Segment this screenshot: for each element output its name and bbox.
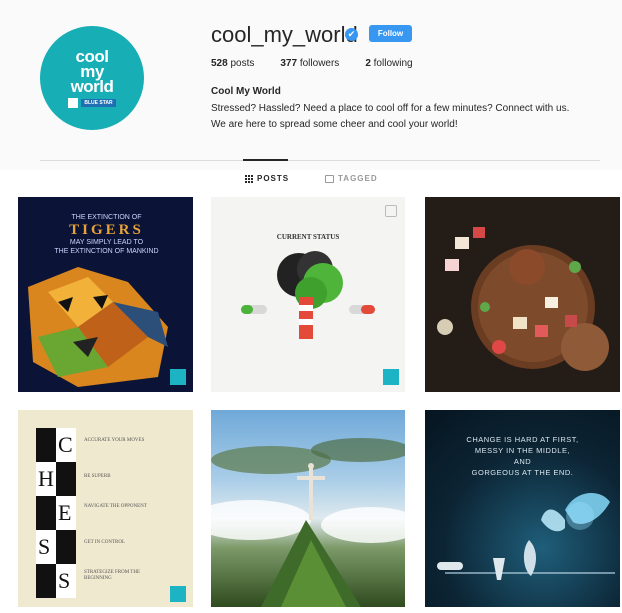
tiger-illustration [28, 267, 168, 387]
chess-line: STRATEGIZE FROM THE BEGINNING [84, 570, 141, 581]
tag-icon [325, 174, 334, 183]
bio-line: Stressed? Hassled? Need a place to cool … [211, 103, 570, 114]
following-count[interactable]: 2 following [365, 58, 412, 69]
followers-count[interactable]: 377 followers [280, 58, 339, 69]
chess-letter: H [38, 466, 54, 491]
post-food[interactable] [425, 197, 620, 392]
chess-line: BE SUPERB [84, 474, 111, 479]
profile-username: cool_my_world [211, 22, 358, 47]
tabs-divider [40, 160, 600, 161]
food-photo [425, 197, 620, 392]
chess-line: GET IN CONTROL [84, 540, 126, 545]
chess-letter: C [58, 432, 73, 457]
active-tab-indicator [243, 159, 288, 161]
avatar-logo-text: cool my world [70, 46, 114, 96]
post-rio[interactable] [211, 410, 405, 607]
tree-illustration [241, 251, 375, 339]
tab-posts[interactable]: POSTS [245, 174, 289, 183]
butterfly-illustration [437, 492, 615, 580]
avatar-badge: BLUE STAR [68, 97, 116, 108]
profile-avatar[interactable]: cool my world BLUE STAR [40, 26, 144, 130]
brand-logo-icon [383, 369, 399, 385]
post-tiger[interactable]: THE EXTINCTION OF TIGERS MAY SIMPLY LEAD… [18, 197, 193, 392]
brand-logo-icon [170, 369, 186, 385]
bio-line: We are here to spread some cheer and coo… [211, 119, 458, 130]
tab-tagged[interactable]: TAGGED [325, 174, 378, 183]
rio-photo [211, 438, 405, 607]
posts-count[interactable]: 528 posts [211, 58, 254, 69]
chess-letter: S [38, 534, 51, 559]
bio-name: Cool My World [211, 86, 281, 97]
tiger-caption: THE EXTINCTION OF TIGERS MAY SIMPLY LEAD… [54, 214, 159, 255]
chess-letter: E [58, 500, 72, 525]
chess-letter: S [58, 568, 71, 593]
follow-button[interactable]: Follow [369, 25, 412, 42]
post-chess[interactable]: C H E S S ACCURATE YOUR MOVES BE SUPERB … [18, 410, 193, 607]
brand-logo-icon [170, 586, 186, 602]
chess-line: ACCURATE YOUR MOVES [84, 438, 145, 443]
verified-badge-icon: ✔ [345, 28, 358, 41]
post-butterfly-quote[interactable]: CHANGE IS HARD AT FIRST, MESSY IN THE MI… [425, 410, 620, 607]
profile-stats: 528 posts 377 followers 2 following [211, 58, 413, 69]
bluestar-logo-icon [68, 97, 79, 108]
grid-icon [245, 174, 253, 183]
post-current-status[interactable]: CURRENT STATUS [211, 197, 405, 392]
chess-line: NAVIGATE THE OPPONENT [84, 504, 147, 509]
